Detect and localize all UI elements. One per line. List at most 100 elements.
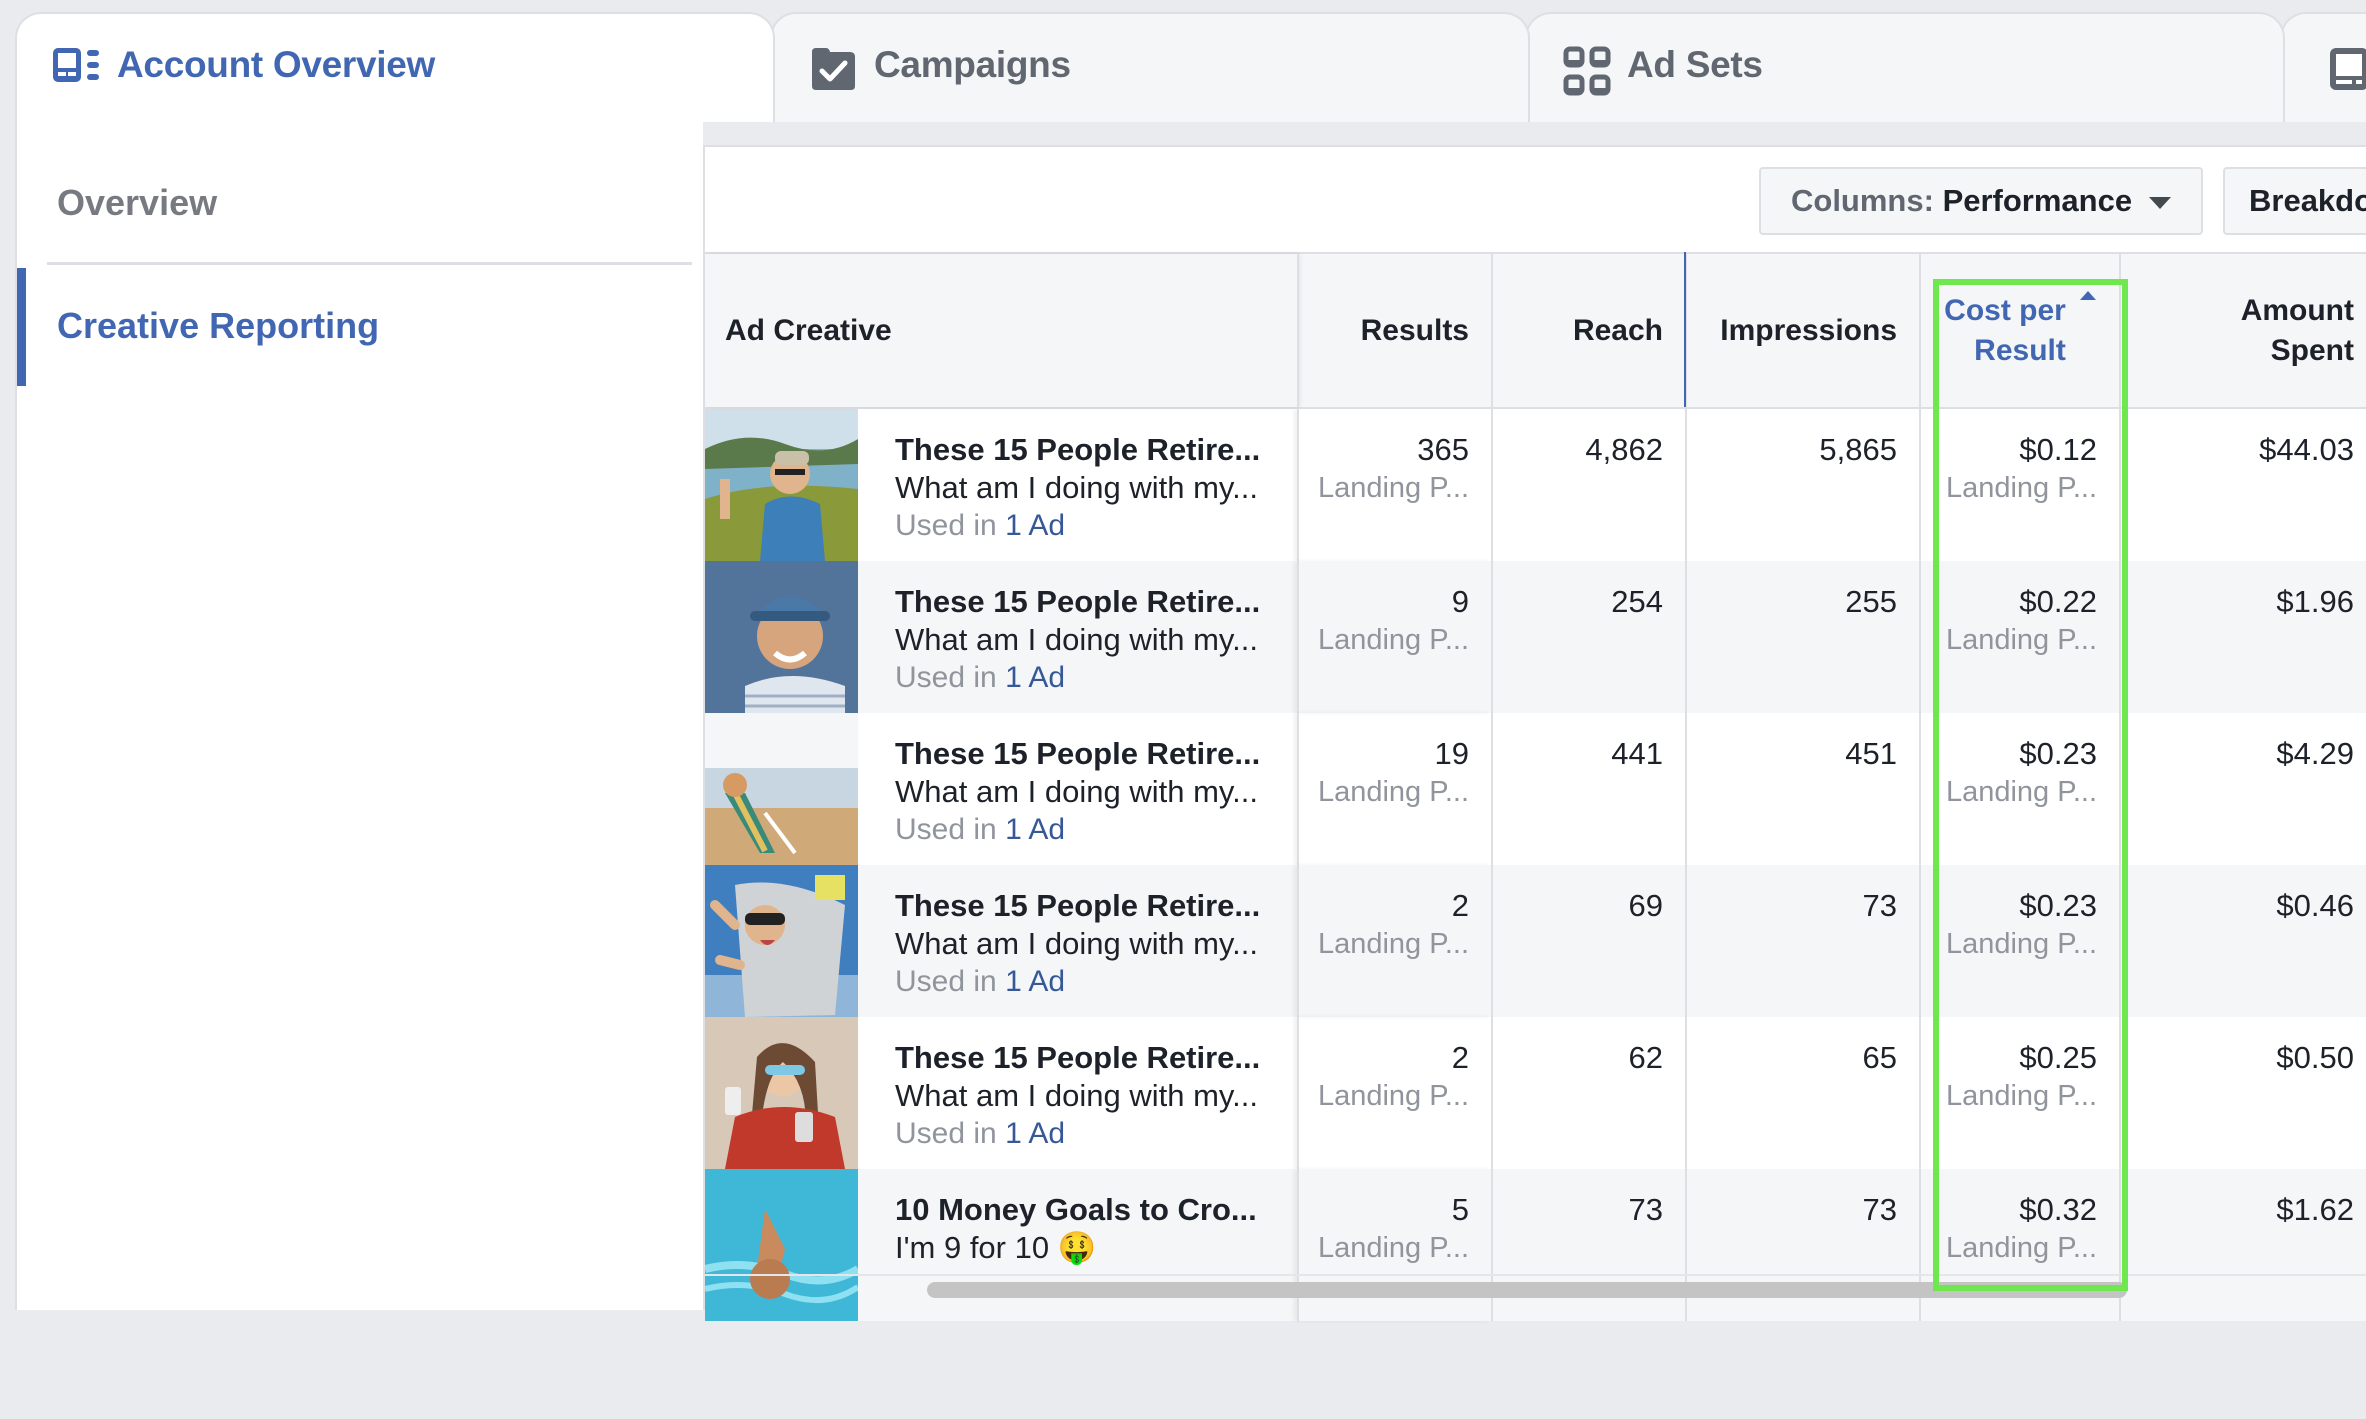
table-row[interactable]: These 15 People Retire... What am I doin… xyxy=(705,561,2366,713)
sidebar-item-creative-reporting[interactable]: Creative Reporting xyxy=(57,305,379,347)
creative-thumbnail-lake-selfie[interactable] xyxy=(705,409,858,561)
creative-title: These 15 People Retire... xyxy=(895,432,1261,467)
cost-per-result-value: $0.22 xyxy=(2019,584,2097,619)
columns-dropdown[interactable]: Columns: Performance xyxy=(1759,167,2203,235)
used-in-ads-link[interactable]: 1 Ad xyxy=(1005,661,1065,694)
tab-account-overview[interactable]: Account Overview xyxy=(15,12,775,122)
used-in-label: Used in xyxy=(895,813,997,846)
sidebar: Overview Creative Reporting xyxy=(15,122,703,1310)
creative-title: These 15 People Retire... xyxy=(895,1040,1261,1075)
cell-impressions: 73 xyxy=(1685,865,1919,1017)
column-resize-handle[interactable] xyxy=(1684,252,1686,407)
results-value: 19 xyxy=(1434,736,1469,771)
cell-amount-spent: $1.96 xyxy=(2119,561,2366,713)
creative-body: What am I doing with my... xyxy=(895,622,1258,657)
creative-title: These 15 People Retire... xyxy=(895,584,1261,619)
cost-per-result-type: Landing P... xyxy=(1945,1080,2097,1112)
cell-cost-per-result: $0.12 Landing P... xyxy=(1919,409,2119,561)
cell-reach: 254 xyxy=(1491,561,1685,713)
used-in-label: Used in xyxy=(895,509,997,542)
reach-value: 254 xyxy=(1611,584,1663,619)
creative-thumbnail-pool-swimmer[interactable] xyxy=(705,1169,858,1321)
results-value: 9 xyxy=(1451,584,1469,619)
column-header-amount-spent[interactable]: Amount Spent xyxy=(2119,254,2366,407)
creative-body: What am I doing with my... xyxy=(895,1078,1258,1113)
column-header-ad-creative[interactable]: Ad Creative xyxy=(705,254,1297,407)
table-row[interactable]: These 15 People Retire... What am I doin… xyxy=(705,713,2366,865)
amount-spent-value: $0.50 xyxy=(2276,1040,2354,1075)
creative-usage: Used in 1 Ad xyxy=(895,811,1295,849)
cost-per-result-value: $0.12 xyxy=(2019,432,2097,467)
cell-results: 2 Landing P... xyxy=(1297,865,1491,1017)
used-in-ads-link[interactable]: 1 Ad xyxy=(1005,509,1065,542)
creative-title: 10 Money Goals to Cro... xyxy=(895,1192,1257,1227)
reach-value: 441 xyxy=(1611,736,1663,771)
cost-per-result-type: Landing P... xyxy=(1945,472,2097,504)
creative-body: What am I doing with my... xyxy=(895,774,1258,809)
ads-icon xyxy=(2328,46,2366,97)
cell-impressions: 73 xyxy=(1685,1169,1919,1321)
table-row[interactable]: 10 Money Goals to Cro... I'm 9 for 10 🤑 … xyxy=(705,1169,2366,1321)
column-header-reach[interactable]: Reach xyxy=(1491,254,1685,407)
table-row[interactable]: These 15 People Retire... What am I doin… xyxy=(705,1017,2366,1169)
amount-spent-line1: Amount xyxy=(2240,293,2354,327)
breakdown-button[interactable]: Breakdown xyxy=(2223,167,2366,235)
tab-account-overview-label: Account Overview xyxy=(117,44,436,85)
used-in-ads-link[interactable]: 1 Ad xyxy=(1005,965,1065,998)
caret-down-icon xyxy=(2149,197,2171,209)
cell-impressions: 255 xyxy=(1685,561,1919,713)
table-row[interactable]: These 15 People Retire... What am I doin… xyxy=(705,865,2366,1017)
creative-reporting-panel: Columns: Performance Breakdown Ad Creati… xyxy=(703,145,2366,1321)
cell-reach: 69 xyxy=(1491,865,1685,1017)
cell-amount-spent: $1.62 xyxy=(2119,1169,2366,1321)
cell-cost-per-result: $0.32 Landing P... xyxy=(1919,1169,2119,1321)
table-header: Ad Creative Results Reach Impressions Co… xyxy=(705,252,2366,409)
cell-reach: 441 xyxy=(1491,713,1685,865)
creative-info: These 15 People Retire... What am I doin… xyxy=(895,735,1295,849)
creative-info: These 15 People Retire... What am I doin… xyxy=(895,583,1295,697)
amount-spent-line2: Spent xyxy=(2270,333,2354,367)
campaigns-folder-check-icon xyxy=(808,46,858,97)
creative-thumbnail-beach-chair[interactable] xyxy=(705,713,858,865)
amount-spent-value: $1.62 xyxy=(2276,1192,2354,1227)
creative-thumbnail-skydiver[interactable] xyxy=(705,865,858,1017)
reach-value: 69 xyxy=(1628,888,1663,923)
creative-body: What am I doing with my... xyxy=(895,926,1258,961)
columns-dropdown-value: Performance xyxy=(1942,183,2133,218)
tab-campaigns[interactable]: Campaigns xyxy=(770,12,1530,122)
table-row[interactable]: These 15 People Retire... What am I doin… xyxy=(705,409,2366,561)
cost-per-result-value: $0.23 xyxy=(2019,888,2097,923)
cost-per-result-type: Landing P... xyxy=(1945,1232,2097,1264)
cell-cost-per-result: $0.23 Landing P... xyxy=(1919,713,2119,865)
amount-spent-value: $4.29 xyxy=(2276,736,2354,771)
results-value: 2 xyxy=(1451,1040,1469,1075)
creative-info: These 15 People Retire... What am I doin… xyxy=(895,431,1295,545)
used-in-ads-link[interactable]: 1 Ad xyxy=(1005,813,1065,846)
horizontal-scrollbar[interactable] xyxy=(927,1282,2127,1298)
used-in-ads-link[interactable]: 1 Ad xyxy=(1005,1117,1065,1150)
tab-ads[interactable] xyxy=(2280,12,2366,122)
cell-reach: 62 xyxy=(1491,1017,1685,1169)
column-header-cost-per-result[interactable]: Cost per Result xyxy=(1919,254,2119,407)
tab-ad-sets[interactable]: Ad Sets xyxy=(1525,12,2285,122)
reach-value: 62 xyxy=(1628,1040,1663,1075)
creative-thumbnail-red-jacket-selfie[interactable] xyxy=(705,1017,858,1169)
amount-spent-value: $44.03 xyxy=(2259,432,2354,467)
creative-usage: Used in 1 Ad xyxy=(895,1115,1295,1153)
results-type: Landing P... xyxy=(1317,472,1469,504)
creative-title: These 15 People Retire... xyxy=(895,736,1261,771)
column-header-amount-spent-label: Amount Spent xyxy=(2241,291,2354,371)
columns-dropdown-prefix: Columns: xyxy=(1791,183,1934,218)
creative-body: What am I doing with my... xyxy=(895,470,1258,505)
creative-info: These 15 People Retire... What am I doin… xyxy=(895,887,1295,1001)
ad-sets-grid-icon xyxy=(1563,46,1611,101)
creative-info: 10 Money Goals to Cro... I'm 9 for 10 🤑 xyxy=(895,1191,1295,1267)
impressions-value: 65 xyxy=(1862,1040,1897,1075)
cost-per-result-value: $0.25 xyxy=(2019,1040,2097,1075)
sidebar-item-overview[interactable]: Overview xyxy=(57,182,217,224)
column-header-results[interactable]: Results xyxy=(1297,254,1491,407)
results-type: Landing P... xyxy=(1317,928,1469,960)
column-header-impressions[interactable]: Impressions xyxy=(1685,254,1919,407)
creative-thumbnail-cap-selfie[interactable] xyxy=(705,561,858,713)
cost-per-result-line2: Result xyxy=(1974,333,2066,367)
